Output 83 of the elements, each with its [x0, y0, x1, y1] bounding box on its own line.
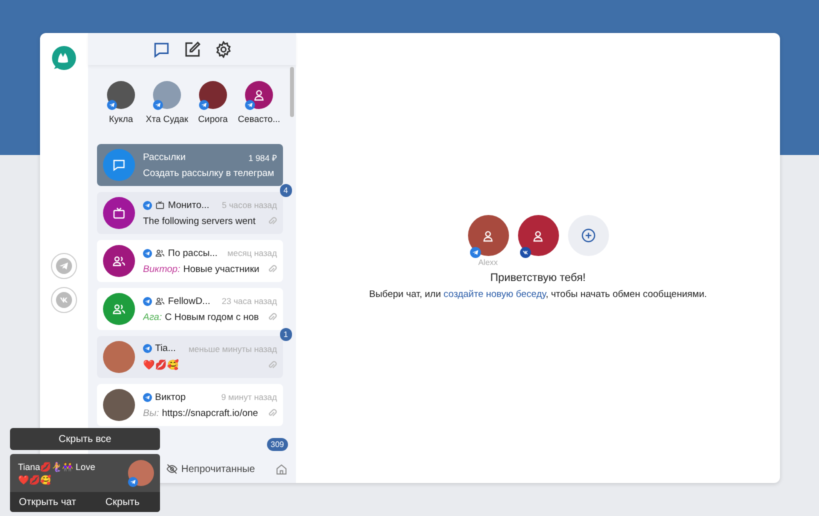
story-item[interactable]: Сирога [194, 81, 232, 124]
message-preview: https://snapcraft.io/one [162, 408, 260, 418]
home-button[interactable] [275, 462, 288, 476]
app-logo-icon [50, 45, 78, 73]
chat-time: 1 984 ₽ [248, 152, 277, 162]
chat-name: Виктор [155, 392, 187, 402]
telegram-icon [199, 100, 209, 110]
person-icon [481, 228, 495, 242]
story-item[interactable]: Хта Судак [148, 81, 186, 124]
chat-name: По рассы... [168, 248, 219, 258]
paperclip-icon [267, 360, 277, 370]
hide-all-button[interactable]: Скрыть все [10, 428, 160, 450]
person-icon [252, 88, 266, 102]
chat-bubble-icon [152, 40, 170, 58]
telegram-icon [56, 258, 72, 274]
message-preview: С Новым годом с нов [164, 312, 260, 322]
welcome-title: Приветствую тебя! [490, 272, 586, 284]
paperclip-icon [267, 312, 277, 322]
paperclip-icon [267, 264, 277, 274]
story-item[interactable]: Кукла [102, 81, 140, 124]
vk-icon [520, 247, 530, 258]
chat-item[interactable]: Монито... 5 часов назад The following servers went [97, 192, 283, 234]
notification-button[interactable]: Скрыть [85, 492, 160, 512]
add-account-button[interactable] [568, 215, 608, 256]
chat-time: 23 часа назад [222, 296, 277, 306]
chat-item[interactable]: Рассылки 1 984 ₽ Создать рассылку в телеграм [97, 144, 283, 186]
chat-time: месяц назад [227, 248, 277, 258]
welcome-text: Выбери чат, или создайте новую беседу, чтобы начать обмен сообщениями. [369, 289, 707, 300]
chat-name: Монито... [168, 200, 210, 210]
chat-name: FellowD... [168, 296, 212, 306]
edit-icon [184, 40, 200, 58]
eye-off-icon [166, 463, 178, 475]
story-item[interactable]: Севасто... [240, 81, 278, 124]
telegram-icon [470, 247, 480, 258]
telegram-icon [143, 392, 152, 402]
telegram-icon [143, 248, 152, 258]
group-icon [155, 248, 165, 258]
notification-button[interactable]: Открыть чат [10, 492, 85, 512]
message-preview: Создать рассылку в телеграм [143, 168, 276, 178]
vk-icon [56, 292, 72, 308]
chat-item[interactable]: Виктор 9 минут назад Вы: https://snapcraft.io/one [97, 384, 283, 426]
unread-count: 1 [280, 328, 292, 341]
settings-icon [214, 40, 232, 58]
telegram-icon [143, 344, 152, 353]
person-icon [531, 228, 545, 242]
sender-name: Виктор: [143, 264, 180, 274]
message-preview: Новые участники [183, 264, 260, 274]
home-icon [275, 462, 288, 476]
plus-icon [580, 228, 596, 243]
chat-time: 5 часов назад [222, 200, 277, 210]
scrollbar [290, 67, 294, 117]
chat-item[interactable]: Tia... меньше минуты назад ❤💋🥰 [97, 336, 283, 378]
paperclip-icon [267, 216, 277, 226]
telegram-icon [107, 100, 117, 110]
avatar[interactable] [468, 215, 508, 256]
unread-count: 4 [280, 184, 292, 197]
sender-name: Вы: [143, 408, 159, 418]
tv-icon [155, 200, 165, 210]
telegram-icon [153, 100, 163, 110]
message-preview: The following servers went [143, 216, 256, 226]
group-icon [112, 302, 126, 316]
tv-icon [112, 206, 126, 220]
chat-bubble-icon [112, 158, 126, 172]
chat-name: Рассылки [143, 152, 187, 162]
paperclip-icon [267, 408, 277, 418]
telegram-icon [143, 296, 152, 306]
chat-name: Tia... [155, 343, 177, 354]
chat-time: меньше минуты назад [188, 344, 277, 354]
chat-item[interactable]: По рассы... месяц назад Виктор: Новые участники [97, 240, 283, 282]
unread-count: 309 [266, 438, 288, 451]
telegram-icon [143, 200, 152, 210]
notification-text: ❤💋🥰 [18, 474, 52, 484]
profile-name: Alexx [478, 258, 498, 267]
telegram-icon [128, 477, 138, 487]
group-icon [155, 296, 165, 306]
chat-time: 9 минут назад [221, 392, 277, 402]
telegram-icon [245, 100, 255, 110]
notification-title: Tiana💋🧜‍♀👭 Love [18, 462, 96, 472]
message-preview: ❤💋🥰 [143, 359, 180, 371]
new-chat-link[interactable]: создайте новую беседу [444, 289, 546, 300]
unread-tab[interactable]: Непрочитанные [166, 463, 255, 475]
avatar[interactable] [518, 215, 558, 256]
group-icon [112, 254, 126, 268]
